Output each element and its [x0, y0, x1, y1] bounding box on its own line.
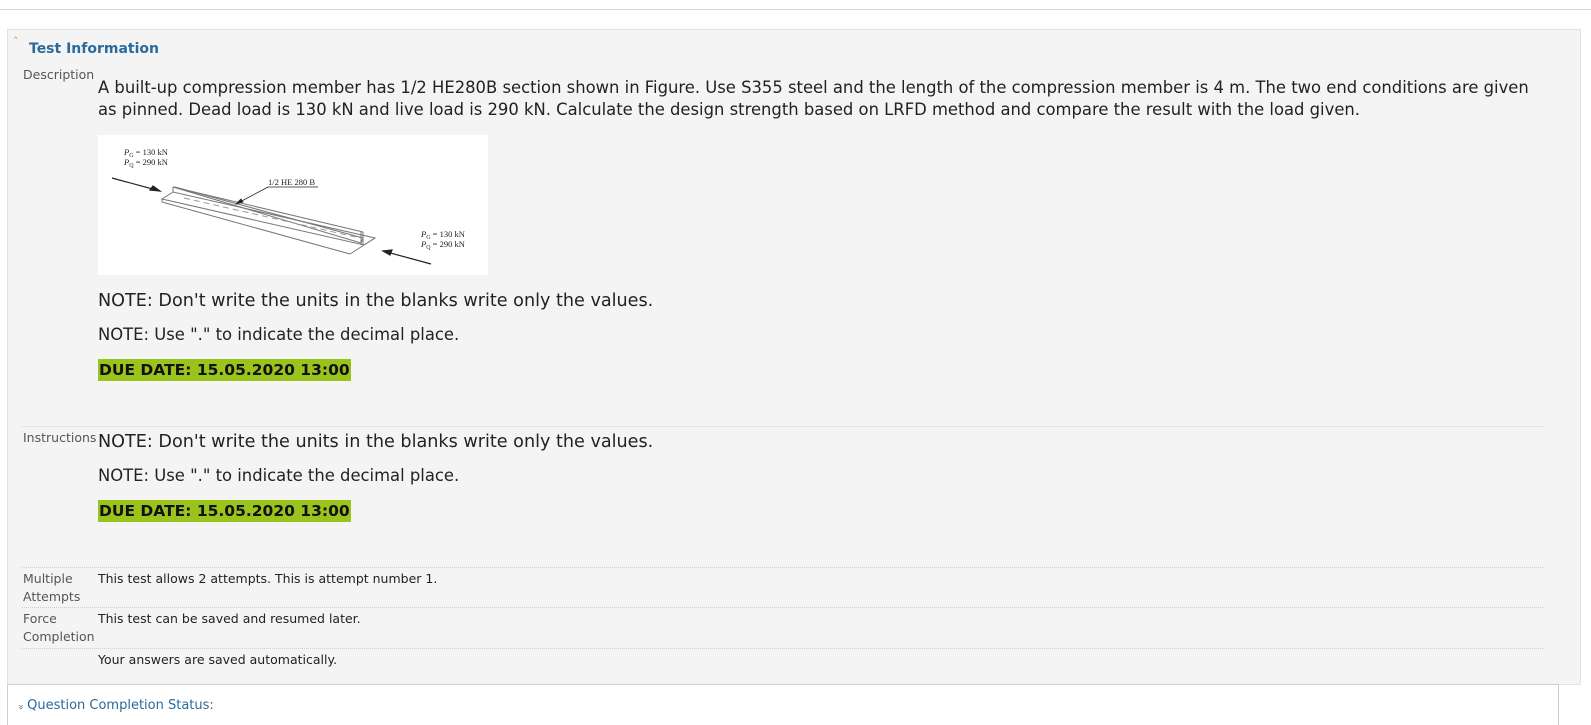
chevron-up-icon[interactable]: ˄: [13, 36, 19, 47]
left-arrowhead: [148, 185, 163, 192]
force-completion-label: Force Completion: [23, 610, 97, 646]
right-arrowhead: [381, 249, 393, 256]
double-chevron-down-icon: »: [15, 703, 27, 711]
question-completion-status-toggle[interactable]: »Question Completion Status:: [15, 697, 214, 716]
figure-section-label: 1/2 HE 280 B: [268, 177, 315, 187]
multiple-attempts-label: Multiple Attempts: [23, 570, 97, 606]
multiple-attempts-text: This test allows 2 attempts. This is att…: [98, 571, 438, 586]
description-note-decimal: NOTE: Use "." to indicate the decimal pl…: [98, 325, 460, 344]
instructions-note-decimal: NOTE: Use "." to indicate the decimal pl…: [98, 466, 460, 485]
description-text: A built-up compression member has 1/2 HE…: [98, 78, 1529, 119]
force-completion-label-line2: Completion: [23, 629, 95, 644]
separator: [22, 607, 1543, 608]
tee-web-top: [172, 186, 364, 244]
question-completion-status-label: Question Completion Status:: [27, 698, 214, 713]
multiple-attempts-label-line2: Attempts: [23, 589, 81, 604]
question-completion-status-box: [7, 684, 1559, 725]
description-label: Description: [23, 67, 95, 82]
instructions-label: Instructions: [23, 430, 97, 445]
force-completion-label-line1: Force: [23, 611, 57, 626]
separator: [22, 426, 1543, 427]
description-note-units: NOTE: Don't write the units in the blank…: [98, 291, 654, 311]
force-completion-text: This test can be saved and resumed later…: [98, 611, 361, 626]
top-divider: [0, 9, 1591, 10]
figure-drawing: PG = 130 kN PQ = 290 kN 1/2 HE 280 B PG …: [111, 147, 465, 265]
instructions-due-date: DUE DATE: 15.05.2020 13:00: [98, 500, 351, 522]
compression-member-figure: PG = 130 kN PQ = 290 kN 1/2 HE 280 B PG …: [98, 135, 488, 275]
description-due-date: DUE DATE: 15.05.2020 13:00: [98, 359, 351, 381]
separator: [22, 567, 1543, 568]
autosave-text: Your answers are saved automatically.: [98, 652, 338, 667]
test-information-toggle[interactable]: Test Information: [29, 40, 159, 58]
instructions-note-units: NOTE: Don't write the units in the blank…: [98, 432, 654, 452]
multiple-attempts-label-line1: Multiple: [23, 571, 73, 586]
separator: [22, 648, 1543, 649]
